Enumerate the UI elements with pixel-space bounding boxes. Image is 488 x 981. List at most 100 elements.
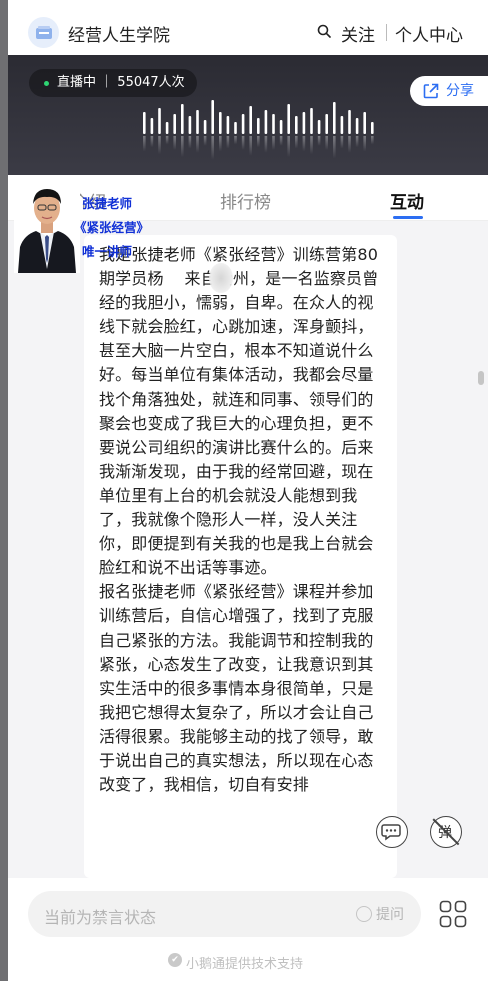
bottom-bar: 当前为禁言状态 提问 小鹅通提供技术支持 <box>8 878 488 981</box>
message-input[interactable]: 当前为禁言状态 提问 <box>28 891 421 937</box>
teacher-course: 《紧张经营》 <box>74 220 150 235</box>
wave-bar <box>196 110 199 134</box>
wave-bar <box>143 112 146 134</box>
live-dot-icon <box>44 81 49 86</box>
wave-bar <box>302 112 306 134</box>
follow-button[interactable]: 关注 <box>341 21 375 46</box>
left-edge-bar <box>0 0 8 981</box>
tab-ranking[interactable]: 排行榜 <box>220 188 271 213</box>
wave-bar <box>249 106 252 134</box>
teacher-name: 张捷老师 <box>82 196 133 211</box>
live-status-pill: 直播中 ｜ 55047人次 <box>29 69 197 97</box>
wave-bar <box>325 114 328 134</box>
wave-bar <box>173 114 176 134</box>
wave-bar <box>150 118 154 134</box>
live-status-text: 直播中 <box>57 75 97 90</box>
wave-bar <box>234 122 237 134</box>
school-logo-icon[interactable] <box>28 17 59 48</box>
share-label: 分享 <box>446 83 474 99</box>
wave-bar-reflection <box>333 136 336 159</box>
share-icon <box>423 83 439 99</box>
viewer-count: 55047人次 <box>117 75 185 90</box>
more-apps-icon[interactable] <box>439 900 467 928</box>
wave-bar-reflection <box>272 136 275 150</box>
active-tab-indicator <box>393 216 423 219</box>
wave-bar-reflection <box>173 136 176 150</box>
wave-bar <box>158 108 161 134</box>
wave-bar <box>340 116 344 134</box>
wave-bar <box>181 104 184 134</box>
wave-bar-reflection <box>203 136 207 146</box>
wave-bar-reflection <box>188 136 192 149</box>
wave-bar-reflection <box>165 136 169 145</box>
wave-bar-reflection <box>226 136 230 149</box>
input-placeholder: 当前为禁言状态 <box>44 908 157 927</box>
wave-bar <box>241 114 245 134</box>
wave-bar <box>348 110 351 134</box>
wave-bar-reflection <box>257 136 260 148</box>
search-icon[interactable] <box>317 24 331 38</box>
personal-center-link[interactable]: 个人中心 <box>395 21 463 46</box>
wave-bar <box>295 116 298 134</box>
wave-bar <box>211 100 214 134</box>
share-button[interactable]: 分享 <box>410 76 488 106</box>
wave-bar <box>257 118 260 134</box>
barrage-toggle-button[interactable]: 弹 <box>430 816 462 848</box>
scroll-indicator[interactable] <box>478 371 484 385</box>
comment-button[interactable] <box>376 816 408 848</box>
wave-bar <box>188 116 192 134</box>
wave-bar <box>272 114 275 134</box>
wave-bar <box>317 120 321 134</box>
wave-bar-reflection <box>287 136 290 157</box>
header-divider <box>386 24 387 41</box>
school-name[interactable]: 经营人生学院 <box>68 21 170 46</box>
app-root: 经营人生学院 关注 个人中心 直播中 ｜ 55047人次 分享 介绍 排行榜 互… <box>0 0 488 981</box>
wave-bar-reflection <box>264 136 268 153</box>
wave-bar-reflection <box>211 136 214 160</box>
wave-bar-reflection <box>363 136 366 152</box>
wave-bar-reflection <box>371 136 374 145</box>
wave-bar-reflection <box>279 136 283 146</box>
wave-bar-reflection <box>158 136 161 155</box>
wave-bar <box>287 104 290 134</box>
name-blur-mask <box>209 263 233 293</box>
teacher-title: 唯一讲师 <box>82 244 133 259</box>
wave-bar <box>226 116 230 134</box>
wave-bar-reflection <box>325 136 328 150</box>
teacher-photo <box>14 177 80 273</box>
barrage-label: 弹 <box>438 825 452 841</box>
wave-bar <box>363 112 366 134</box>
tab-bar: 介绍 排行榜 互动 <box>8 175 488 221</box>
wave-bar-reflection <box>181 136 184 157</box>
wave-bar-reflection <box>196 136 199 153</box>
wave-bar-reflection <box>241 136 245 150</box>
message-text: 我是张捷老师《紧张经营》训练营第80期学员杨 来自贵州，是一名监察员曾经的我胆小… <box>99 245 379 795</box>
live-pill-divider: ｜ <box>100 75 118 90</box>
wave-bar-reflection <box>355 136 359 148</box>
wave-bar <box>310 108 313 134</box>
wave-bar <box>355 118 359 134</box>
wave-bar <box>279 120 283 134</box>
tab-interaction[interactable]: 互动 <box>390 188 424 213</box>
wave-bar <box>219 112 222 134</box>
wave-bar-reflection <box>234 136 237 145</box>
wave-bar-reflection <box>143 136 146 152</box>
wave-bar-reflection <box>348 136 351 153</box>
wave-bar-reflection <box>340 136 344 149</box>
top-header: 经营人生学院 关注 个人中心 <box>8 0 488 55</box>
wave-bar <box>333 102 336 134</box>
wave-bar-reflection <box>249 136 252 156</box>
powered-by-text: 小鹅通提供技术支持 <box>168 953 303 972</box>
wave-bar <box>165 122 169 134</box>
wave-bar-reflection <box>219 136 222 152</box>
wave-bar-reflection <box>317 136 321 146</box>
wave-bar-reflection <box>295 136 298 149</box>
wave-bar-reflection <box>302 136 306 152</box>
wave-bar <box>203 120 207 134</box>
live-banner[interactable]: 直播中 ｜ 55047人次 分享 <box>8 55 488 175</box>
ask-question-toggle[interactable]: 提问 <box>356 904 404 924</box>
wave-bar <box>371 122 374 134</box>
comment-icon <box>381 824 402 841</box>
wave-bar-reflection <box>150 136 154 148</box>
message-bubble: 我是张捷老师《紧张经营》训练营第80期学员杨 来自贵州，是一名监察员曾经的我胆小… <box>84 235 397 878</box>
